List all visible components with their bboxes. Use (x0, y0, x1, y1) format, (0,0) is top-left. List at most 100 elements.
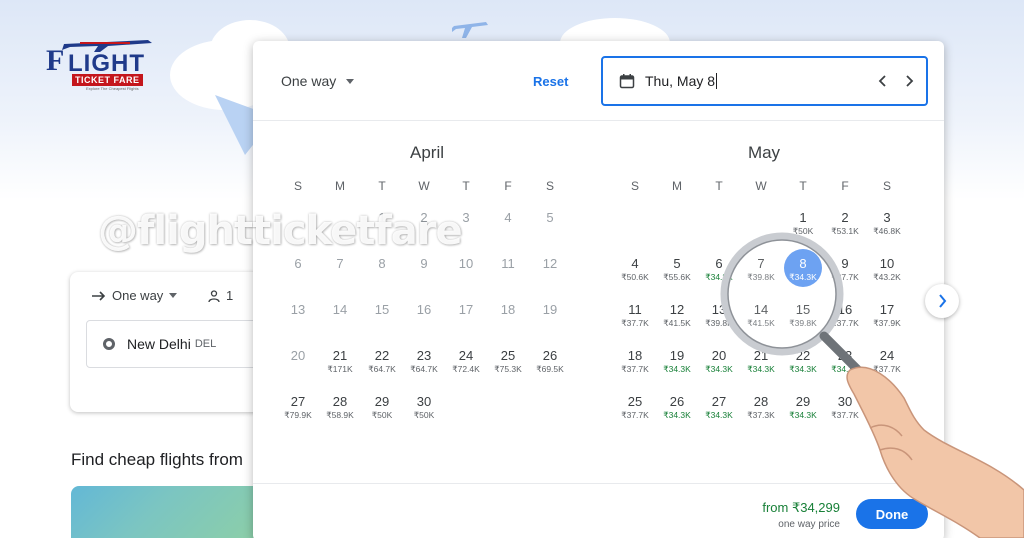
day-number: 19 (669, 348, 685, 363)
day-cell[interactable]: 24 ₹37.7K (866, 341, 908, 387)
day-cell[interactable]: 5 ₹55.6K (656, 249, 698, 295)
plane-icon (452, 22, 488, 38)
picker-trip-type-select[interactable]: One way (281, 73, 355, 89)
map-thumbnail[interactable] (71, 486, 271, 538)
next-date-button[interactable] (902, 72, 918, 90)
day-cell[interactable]: 4 ₹50.6K (614, 249, 656, 295)
day-price: ₹50K (792, 226, 814, 236)
day-cell[interactable]: 20 ₹34.3K (698, 341, 740, 387)
day-cell[interactable]: 28 ₹37.3K (740, 387, 782, 433)
day-price: ₹72.4K (452, 364, 480, 374)
reset-button[interactable]: Reset (533, 74, 568, 89)
weekday-label: W (755, 179, 767, 193)
day-cell-selected[interactable]: 8 ₹34.3K (782, 249, 824, 295)
day-cell[interactable]: 6 ₹34.3K (698, 249, 740, 295)
day-price: ₹171K (327, 364, 353, 374)
day-price: ₹34.3K (789, 272, 817, 282)
day-cell[interactable]: 2 ₹53.1K (824, 203, 866, 249)
day-cell[interactable]: 23 ₹64.7K (403, 341, 445, 387)
done-button[interactable]: Done (856, 499, 928, 529)
departure-date-input[interactable]: Thu, May 8 (601, 56, 928, 106)
day-number: 14 (753, 302, 769, 317)
day-cell[interactable]: 16 ₹37.7K (824, 295, 866, 341)
weekday-label: S (545, 179, 554, 193)
day-cell[interactable]: 7 ₹39.8K (740, 249, 782, 295)
day-cell[interactable]: 29 ₹34.3K (782, 387, 824, 433)
day-number: 20 (290, 348, 306, 363)
day-price: ₹37.7K (621, 410, 649, 420)
day-number: 15 (374, 302, 390, 317)
day-cell: 16 (403, 295, 445, 341)
day-price: ₹41.5K (747, 318, 775, 328)
day-price: ₹34.3K (705, 364, 733, 374)
day-cell[interactable]: 15 ₹39.8K (782, 295, 824, 341)
day-number: 4 (631, 256, 639, 271)
day-cell[interactable]: 24 ₹72.4K (445, 341, 487, 387)
day-cell[interactable]: 11 ₹37.7K (614, 295, 656, 341)
weekday-label: W (418, 179, 430, 193)
day-cell[interactable]: 27 ₹34.3K (698, 387, 740, 433)
day-price: ₹37.7K (873, 364, 901, 374)
day-price: ₹34.3K (705, 272, 733, 282)
day-number: 21 (332, 348, 348, 363)
day-price: ₹37.7K (831, 318, 859, 328)
day-price: ₹34.3K (663, 364, 691, 374)
day-cell[interactable]: 19 ₹34.3K (656, 341, 698, 387)
trip-type-label: One way (112, 288, 164, 303)
trip-type-select[interactable]: One way (92, 288, 178, 303)
day-number: 12 (542, 256, 558, 271)
day-number: 11 (501, 256, 515, 271)
day-cell[interactable]: 30 ₹50K (403, 387, 445, 433)
day-cell[interactable]: 22 ₹34.3K (782, 341, 824, 387)
day-cell[interactable]: 13 ₹39.8K (698, 295, 740, 341)
day-cell[interactable]: 26 ₹69.5K (529, 341, 571, 387)
day-cell: 8 (361, 249, 403, 295)
day-cell[interactable]: 30 ₹37.7K (824, 387, 866, 433)
chevron-right-icon (938, 294, 946, 308)
passengers-select[interactable]: 1 (208, 288, 233, 303)
next-month-button[interactable] (925, 284, 959, 318)
brand-logo[interactable]: F LIGHT TICKET FARE Explore The Cheapest… (46, 30, 156, 91)
day-number: 16 (837, 302, 853, 317)
day-cell[interactable]: 3 ₹46.8K (866, 203, 908, 249)
day-cell: 9 (403, 249, 445, 295)
day-cell[interactable]: 22 ₹64.7K (361, 341, 403, 387)
day-number: 29 (795, 394, 811, 409)
day-cell[interactable]: 25 ₹75.3K (487, 341, 529, 387)
day-number: 27 (711, 394, 727, 409)
day-cell[interactable]: 1 ₹50K (782, 203, 824, 249)
day-price: ₹34.3K (705, 410, 733, 420)
day-cell[interactable]: 28 ₹58.9K (319, 387, 361, 433)
day-cell[interactable]: 18 ₹37.7K (614, 341, 656, 387)
day-price: ₹39.8K (705, 318, 733, 328)
caret-down-icon (346, 78, 355, 84)
day-cell[interactable]: 21 ₹171K (319, 341, 361, 387)
day-cell[interactable]: 14 ₹41.5K (740, 295, 782, 341)
weekday-label: T (378, 179, 386, 193)
date-picker-dialog: One way Reset Thu, May 8 April S M T W T… (253, 41, 944, 538)
previous-date-button[interactable] (874, 72, 890, 90)
day-cell: 4 (487, 203, 529, 249)
day-cell[interactable]: 23 ₹34.3K (824, 341, 866, 387)
day-number: 11 (628, 302, 642, 317)
calendar-icon (619, 74, 635, 89)
empty-day-cell (614, 203, 656, 249)
day-number: 20 (711, 348, 727, 363)
day-cell: 7 (319, 249, 361, 295)
day-price: ₹37.7K (831, 410, 859, 420)
day-cell[interactable]: 17 ₹37.9K (866, 295, 908, 341)
picker-footer: from ₹34,299 one way price Done (253, 483, 944, 538)
chevron-left-icon (878, 75, 886, 87)
day-cell[interactable]: 25 ₹37.7K (614, 387, 656, 433)
day-cell[interactable]: 21 ₹34.3K (740, 341, 782, 387)
day-cell[interactable]: 9 ₹37.7K (824, 249, 866, 295)
day-cell[interactable]: 12 ₹41.5K (656, 295, 698, 341)
day-number: 25 (500, 348, 516, 363)
day-number: 27 (290, 394, 306, 409)
day-number: 9 (841, 256, 849, 271)
day-cell[interactable]: 29 ₹50K (361, 387, 403, 433)
day-price: ₹43.2K (873, 272, 901, 282)
day-cell[interactable]: 10 ₹43.2K (866, 249, 908, 295)
day-cell[interactable]: 26 ₹34.3K (656, 387, 698, 433)
day-cell[interactable]: 27 ₹79.9K (277, 387, 319, 433)
